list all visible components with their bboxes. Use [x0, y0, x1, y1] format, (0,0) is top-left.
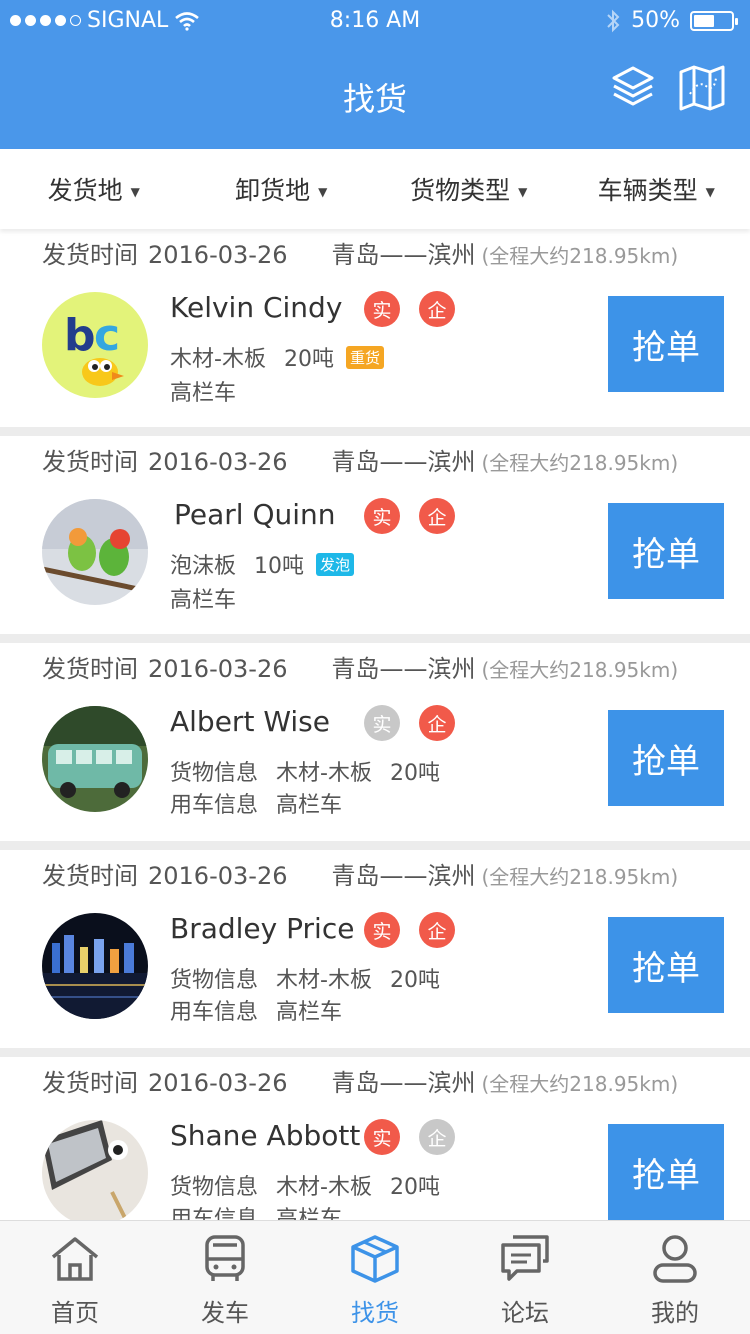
enterprise-badge: 企 [419, 1119, 455, 1155]
enterprise-badge: 企 [419, 705, 455, 741]
chat-icon [501, 1235, 549, 1281]
order-card: 发货时间 2016-03-26 青岛——滨州 (全程大约218.95km) Alber… [0, 643, 750, 841]
order-meta: 发货时间 2016-03-26 青岛——滨州 (全程大约218.95km) [42, 241, 679, 269]
home-icon [51, 1237, 99, 1281]
caret-down-icon: ▼ [518, 185, 528, 199]
vehicle-line: 高栏车 [170, 381, 237, 406]
tab-bar: 首页 发车 找货 论坛 我的 [0, 1220, 750, 1334]
shipper-name: Shane Abbott [170, 1119, 361, 1152]
vehicle-line: 用车信息 高栏车 [170, 1207, 343, 1220]
avatar[interactable] [42, 499, 148, 605]
user-icon [653, 1235, 697, 1283]
map-icon[interactable] [678, 64, 726, 112]
svg-text:c: c [94, 310, 120, 361]
caret-down-icon: ▼ [318, 185, 328, 199]
order-meta: 发货时间 2016-03-26 青岛——滨州 (全程大约218.95km) [42, 1069, 679, 1097]
order-card: 发货时间 2016-03-26 青岛——滨州 (全程大约218.95km) Bradl… [0, 850, 750, 1048]
app-header: SIGNAL 8:16 AM 50% 找货 [0, 0, 750, 149]
order-list[interactable]: 发货时间 2016-03-26 青岛——滨州 (全程大约218.95km) b c K… [0, 229, 750, 1220]
shipper-name: Kelvin Cindy [170, 291, 343, 324]
tab-find-cargo[interactable]: 找货 [300, 1221, 450, 1334]
cargo-line: 货物信息 木材-木板 20吨 [170, 761, 440, 786]
grab-order-button[interactable]: 抢单 [608, 710, 724, 806]
verified-badge: 实 [364, 291, 400, 327]
cargo-line: 木材-木板 20吨 重货 [170, 341, 384, 373]
avatar[interactable]: b c [42, 292, 148, 398]
battery-icon [690, 10, 738, 31]
verified-badge: 实 [364, 912, 400, 948]
grab-order-button[interactable]: 抢单 [608, 296, 724, 392]
svg-text:b: b [64, 310, 96, 361]
shipper-name: Pearl Quinn [174, 498, 336, 531]
enterprise-badge: 企 [419, 498, 455, 534]
order-card: 发货时间 2016-03-26 青岛——滨州 (全程大约218.95km) Shane… [0, 1057, 750, 1220]
cargo-line: 货物信息 木材-木板 20吨 [170, 1175, 440, 1200]
tab-home[interactable]: 首页 [0, 1221, 150, 1334]
verified-badge: 实 [364, 498, 400, 534]
grab-order-button[interactable]: 抢单 [608, 503, 724, 599]
grab-order-button[interactable]: 抢单 [608, 1124, 724, 1220]
avatar[interactable] [42, 1120, 148, 1220]
avatar[interactable] [42, 913, 148, 1019]
vehicle-line: 高栏车 [170, 588, 237, 613]
cargo-tag: 发泡 [316, 553, 355, 576]
order-card: 发货时间 2016-03-26 青岛——滨州 (全程大约218.95km) b c K… [0, 229, 750, 427]
bluetooth-icon [607, 9, 620, 32]
vehicle-line: 用车信息 高栏车 [170, 1000, 343, 1025]
order-meta: 发货时间 2016-03-26 青岛——滨州 (全程大约218.95km) [42, 655, 679, 683]
grab-order-button[interactable]: 抢单 [608, 917, 724, 1013]
caret-down-icon: ▼ [130, 185, 140, 199]
cargo-tag: 重货 [345, 346, 384, 369]
tab-forum[interactable]: 论坛 [450, 1221, 600, 1334]
enterprise-badge: 企 [419, 291, 455, 327]
tab-dispatch[interactable]: 发车 [150, 1221, 300, 1334]
bus-icon [205, 1235, 245, 1281]
order-meta: 发货时间 2016-03-26 青岛——滨州 (全程大约218.95km) [42, 862, 679, 890]
shipper-name: Bradley Price [170, 912, 355, 945]
box-icon [351, 1235, 399, 1283]
filter-destination[interactable]: 卸货地 ▼ [188, 171, 376, 207]
order-meta: 发货时间 2016-03-26 青岛——滨州 (全程大约218.95km) [42, 448, 679, 476]
layers-icon[interactable] [610, 64, 656, 110]
avatar[interactable] [42, 706, 148, 812]
shipper-name: Albert Wise [170, 705, 330, 738]
filter-bar: 发货地 ▼ 卸货地 ▼ 货物类型 ▼ 车辆类型 ▼ [0, 149, 750, 229]
status-bar: SIGNAL 8:16 AM 50% [0, 0, 750, 40]
caret-down-icon: ▼ [705, 185, 715, 199]
verified-badge: 实 [364, 705, 400, 741]
filter-cargo-type[interactable]: 货物类型 ▼ [375, 171, 563, 207]
tab-me[interactable]: 我的 [600, 1221, 750, 1334]
battery-percent: 50% [631, 8, 680, 33]
verified-badge: 实 [364, 1119, 400, 1155]
filter-vehicle-type[interactable]: 车辆类型 ▼ [563, 171, 750, 207]
enterprise-badge: 企 [419, 912, 455, 948]
cargo-line: 货物信息 木材-木板 20吨 [170, 968, 440, 993]
vehicle-line: 用车信息 高栏车 [170, 793, 343, 818]
order-card: 发货时间 2016-03-26 青岛——滨州 (全程大约218.95km) Pearl… [0, 436, 750, 634]
cargo-line: 泡沫板 10吨 发泡 [170, 548, 355, 580]
filter-origin[interactable]: 发货地 ▼ [0, 171, 188, 207]
